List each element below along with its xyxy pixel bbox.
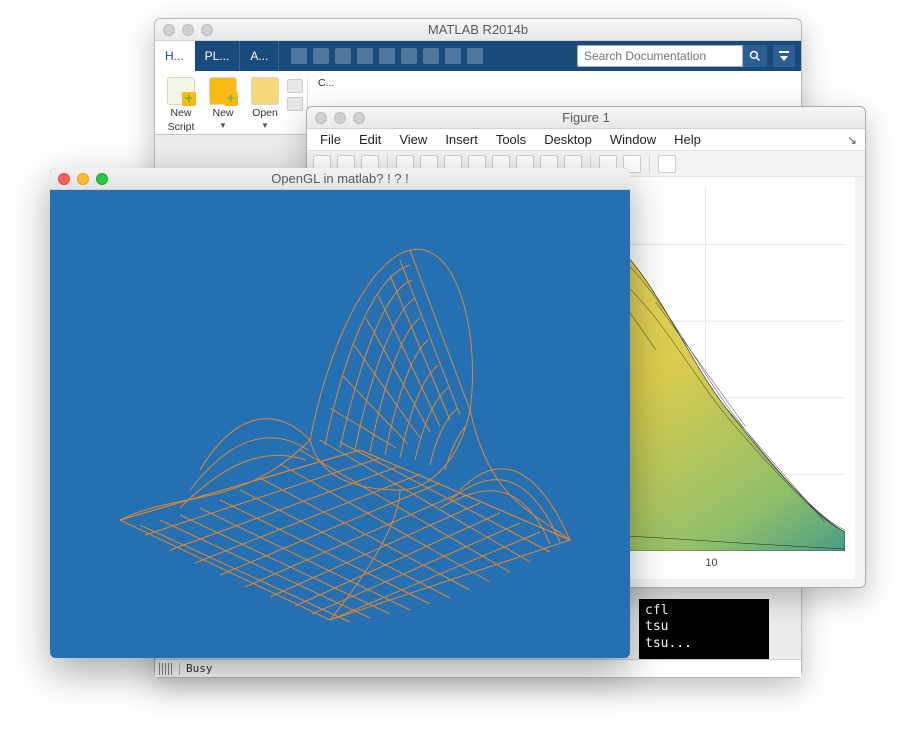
traffic-lights bbox=[163, 24, 213, 36]
label: New bbox=[212, 107, 233, 119]
ribbon-tabstrip: H... PL... A... bbox=[155, 41, 801, 71]
menu-edit[interactable]: Edit bbox=[350, 132, 390, 147]
separator bbox=[649, 155, 650, 173]
chevron-icon bbox=[778, 50, 790, 62]
chevron-down-icon: ▼ bbox=[219, 121, 227, 130]
plottools-icon[interactable] bbox=[658, 155, 676, 173]
new-script-button[interactable]: New Script bbox=[161, 75, 201, 135]
zoom-button[interactable] bbox=[353, 112, 365, 124]
term-line: tsu... bbox=[645, 636, 763, 652]
qat-icon[interactable] bbox=[401, 48, 417, 64]
figure-title: Figure 1 bbox=[307, 110, 865, 125]
menu-insert[interactable]: Insert bbox=[436, 132, 487, 147]
zoom-button[interactable] bbox=[96, 173, 108, 185]
menu-view[interactable]: View bbox=[390, 132, 436, 147]
qat-icon[interactable] bbox=[313, 48, 329, 64]
matlab-titlebar[interactable]: MATLAB R2014b bbox=[155, 19, 801, 41]
ribbon-mini-group bbox=[287, 75, 303, 111]
opengl-window: OpenGL in matlab? ! ? ! bbox=[50, 168, 630, 658]
term-line: tsu bbox=[645, 619, 763, 635]
opengl-titlebar[interactable]: OpenGL in matlab? ! ? ! bbox=[50, 168, 630, 190]
find-files-icon[interactable] bbox=[287, 79, 303, 93]
traffic-lights bbox=[58, 173, 108, 185]
minimize-button[interactable] bbox=[77, 173, 89, 185]
qat-icon[interactable] bbox=[423, 48, 439, 64]
zoom-button[interactable] bbox=[201, 24, 213, 36]
label: C... bbox=[318, 77, 334, 89]
menu-help[interactable]: Help bbox=[665, 132, 710, 147]
collapse-ribbon-button[interactable] bbox=[773, 45, 795, 67]
quick-access-toolbar bbox=[283, 41, 491, 71]
close-button[interactable] bbox=[58, 173, 70, 185]
open-button[interactable]: Open ▼ bbox=[245, 75, 285, 132]
search-documentation bbox=[577, 41, 795, 71]
tab-apps[interactable]: A... bbox=[240, 41, 279, 71]
new-button[interactable]: New ▼ bbox=[203, 75, 243, 132]
menu-desktop[interactable]: Desktop bbox=[535, 132, 601, 147]
chevron-down-icon: ▼ bbox=[261, 121, 269, 130]
figure-titlebar[interactable]: Figure 1 bbox=[307, 107, 865, 129]
status-bar: Busy bbox=[155, 659, 801, 677]
search-icon bbox=[749, 50, 761, 62]
status-text: Busy bbox=[186, 662, 213, 675]
minimize-button[interactable] bbox=[334, 112, 346, 124]
search-input[interactable] bbox=[577, 45, 743, 67]
term-line: cfl bbox=[645, 603, 763, 619]
label: Script bbox=[168, 121, 195, 133]
matlab-title: MATLAB R2014b bbox=[155, 22, 801, 37]
menu-tools[interactable]: Tools bbox=[487, 132, 535, 147]
qat-icon[interactable] bbox=[379, 48, 395, 64]
opengl-title: OpenGL in matlab? ! ? ! bbox=[50, 171, 630, 186]
qat-icon[interactable] bbox=[291, 48, 307, 64]
figure-menubar: File Edit View Insert Tools Desktop Wind… bbox=[307, 129, 865, 151]
label: New bbox=[170, 107, 191, 119]
qat-icon[interactable] bbox=[357, 48, 373, 64]
command-window-snippet: cfl tsu tsu... bbox=[639, 599, 769, 659]
qat-icon[interactable] bbox=[445, 48, 461, 64]
close-button[interactable] bbox=[163, 24, 175, 36]
separator bbox=[179, 663, 180, 675]
new-script-icon bbox=[167, 77, 195, 105]
tick-label: 10 bbox=[705, 557, 717, 569]
compare-button[interactable]: C... bbox=[312, 75, 340, 91]
compare-icon[interactable] bbox=[287, 97, 303, 111]
help-icon[interactable] bbox=[467, 48, 483, 64]
dock-arrow-icon[interactable]: ↘ bbox=[847, 133, 861, 147]
search-button[interactable] bbox=[743, 45, 767, 67]
tab-home[interactable]: H... bbox=[155, 41, 195, 71]
qat-icon[interactable] bbox=[335, 48, 351, 64]
plus-icon bbox=[209, 77, 237, 105]
minimize-button[interactable] bbox=[182, 24, 194, 36]
tab-plots[interactable]: PL... bbox=[195, 41, 241, 71]
label: Open bbox=[252, 107, 278, 119]
close-button[interactable] bbox=[315, 112, 327, 124]
menu-file[interactable]: File bbox=[311, 132, 350, 147]
menu-window[interactable]: Window bbox=[601, 132, 665, 147]
grip-icon bbox=[159, 663, 173, 675]
folder-icon bbox=[251, 77, 279, 105]
opengl-canvas[interactable] bbox=[50, 190, 630, 658]
traffic-lights bbox=[315, 112, 365, 124]
